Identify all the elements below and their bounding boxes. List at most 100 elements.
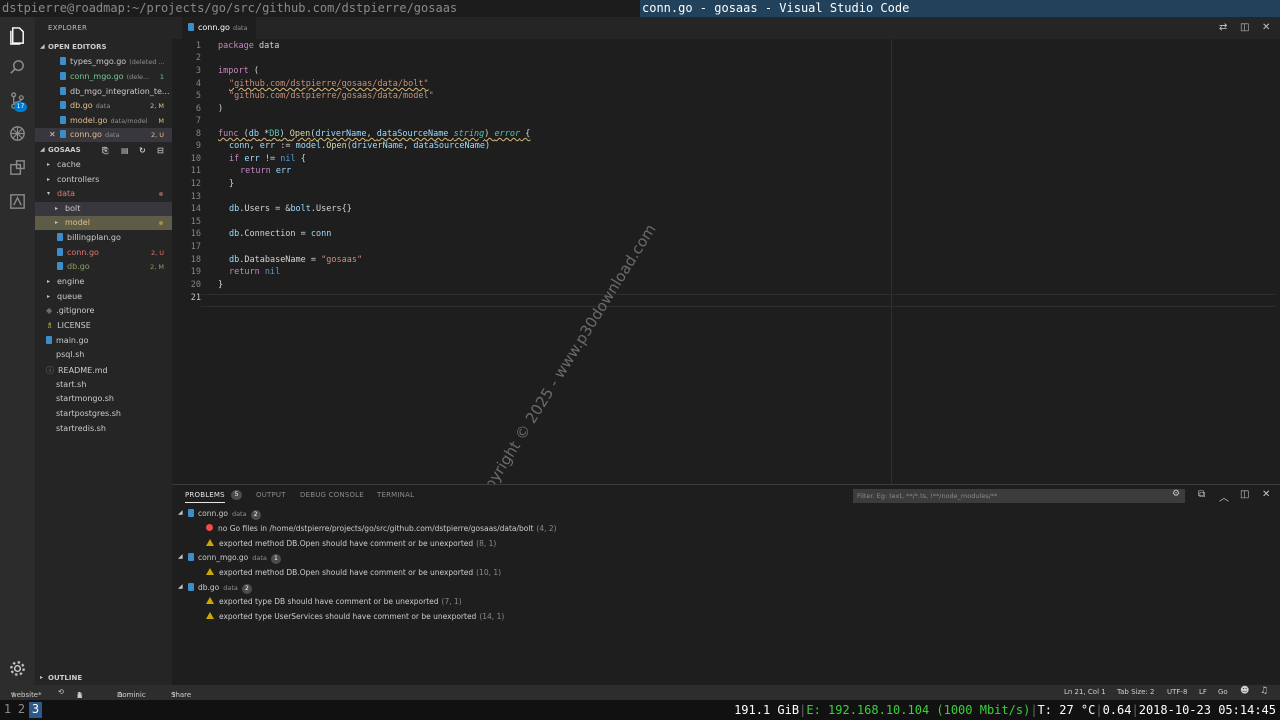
feedback-smiley-icon[interactable]: ☻ (1240, 686, 1249, 696)
go-file-icon (60, 101, 66, 109)
open-changes-icon[interactable]: ⇄ (1219, 22, 1227, 33)
tree-folder[interactable]: ▸ cache (35, 158, 172, 172)
tree-file[interactable]: startpostgres.sh (35, 407, 172, 421)
open-editor-item[interactable]: conn_mgo.go (dele... 1 (35, 70, 172, 84)
tree-file[interactable]: startredis.sh (35, 422, 172, 436)
problem-group[interactable]: ◢ conn_mgo.go data 1 (172, 551, 1280, 565)
search-icon[interactable] (8, 58, 27, 77)
tree-file[interactable]: billingplan.go (35, 231, 172, 245)
chevron-right-icon: ▸ (47, 293, 51, 300)
tree-file[interactable]: main.go (35, 334, 172, 348)
tab-conn-go[interactable]: conn.go data (182, 17, 256, 39)
tree-file[interactable]: psql.sh (35, 348, 172, 362)
language-mode[interactable]: Go (1218, 688, 1228, 696)
tree-folder[interactable]: ▸ controllers (35, 173, 172, 187)
file-icon (46, 380, 52, 388)
network-status: E: 192.168.10.104 (1000 Mbit/s) (806, 703, 1031, 717)
code-line[interactable]: 5 "github.com/dstpierre/gosaas/data/model… (172, 91, 1280, 104)
chevron-down-icon: ◢ (40, 146, 45, 153)
problem-item[interactable]: exported type UserServices should have c… (172, 610, 1280, 624)
problem-item[interactable]: no Go files in /home/dstpierre/projects/… (172, 522, 1280, 536)
problems-filter-input[interactable]: Filter. Eg: text, **/*.ts, !**/node_modu… (853, 489, 1185, 503)
go-file-icon (57, 233, 63, 241)
code-line[interactable]: 21 (172, 293, 1280, 306)
code-line[interactable]: 14 db.Users = &bolt.Users{} (172, 204, 1280, 217)
tree-file[interactable]: conn.go 2, U (35, 246, 172, 260)
system-info: 191.1 GiB|E: 192.168.10.104 (1000 Mbit/s… (734, 703, 1276, 717)
go-file-icon (60, 116, 66, 124)
workspace-2[interactable]: 2 (15, 702, 28, 718)
new-folder-icon[interactable]: ▤ (121, 146, 129, 155)
code-line[interactable]: 19 return nil (172, 267, 1280, 280)
explorer-icon[interactable] (8, 26, 27, 45)
tab-problems[interactable]: PROBLEMS (185, 491, 225, 503)
tree-file[interactable]: db.go 2, M (35, 260, 172, 274)
settings-gear-icon[interactable] (8, 659, 27, 678)
open-editor-item-active[interactable]: ✕ conn.go data 2, U (35, 128, 172, 142)
folder-header[interactable]: ◢ GOSAAS ⎘ ▤ ↻ ⊟ (35, 144, 172, 157)
open-editor-item[interactable]: model.go data/model M (35, 114, 172, 128)
collapse-all-icon[interactable]: ⊟ (157, 146, 164, 155)
remote-explorer-icon[interactable] (8, 192, 27, 211)
refresh-icon[interactable]: ↻ (139, 146, 146, 155)
tree-folder[interactable]: ▸ bolt (35, 202, 172, 216)
go-file-icon (60, 87, 66, 95)
open-editor-item[interactable]: types_mgo.go (deleted ... (35, 55, 172, 69)
tab-size[interactable]: Tab Size: 2 (1117, 688, 1154, 696)
tree-file[interactable]: startmongo.sh (35, 392, 172, 406)
tab-debug-console[interactable]: DEBUG CONSOLE (300, 491, 364, 499)
tree-file[interactable]: start.sh (35, 378, 172, 392)
terminal-window-title: dstpierre@roadmap:~/projects/go/src/gith… (2, 1, 458, 15)
problem-item[interactable]: exported type DB should have comment or … (172, 595, 1280, 609)
debug-icon[interactable] (8, 124, 27, 143)
workspace-1[interactable]: 1 (1, 702, 14, 718)
tree-folder[interactable]: ▸ engine (35, 275, 172, 289)
code-line[interactable]: 7 (172, 116, 1280, 129)
cursor-position[interactable]: Ln 21, Col 1 (1064, 688, 1106, 696)
split-editor-icon[interactable]: ◫ (1240, 22, 1249, 33)
close-icon[interactable]: ✕ (1262, 22, 1270, 33)
code-line[interactable]: 11 return err (172, 166, 1280, 179)
encoding[interactable]: UTF-8 (1167, 688, 1187, 696)
tree-file[interactable]: ⓘ README.md (35, 363, 172, 377)
go-file-icon (57, 248, 63, 256)
code-line[interactable]: 9 conn, err := model.Open(driverName, dat… (172, 141, 1280, 154)
code-line[interactable]: 12} (172, 179, 1280, 192)
code-line[interactable]: 17 (172, 242, 1280, 255)
code-line[interactable]: 2 (172, 53, 1280, 66)
close-icon[interactable]: ✕ (49, 130, 56, 139)
end-of-line[interactable]: LF (1199, 688, 1207, 696)
outline-header[interactable]: ▸ OUTLINE (35, 672, 172, 685)
code-line[interactable]: 3 import ( (172, 66, 1280, 79)
collapse-all-icon[interactable]: ⧉ (1198, 489, 1205, 500)
editor-tab-bar: conn.go data ⇄ ◫ ✕ (172, 17, 1280, 39)
open-editor-item[interactable]: db.go data 2, M (35, 99, 172, 113)
code-line[interactable]: 20} (172, 280, 1280, 293)
problem-item[interactable]: exported method DB.Open should have comm… (172, 537, 1280, 551)
tree-folder[interactable]: ▾ data (35, 187, 172, 201)
problem-group[interactable]: ◢ db.go data 2 (172, 581, 1280, 595)
code-line[interactable]: 16 db.Connection = conn (172, 229, 1280, 242)
chevron-right-icon: ▸ (47, 176, 51, 183)
tree-folder[interactable]: ▸ queue (35, 290, 172, 304)
new-file-icon[interactable]: ⎘ (102, 146, 108, 156)
maximize-panel-icon[interactable]: ︿ (1219, 489, 1229, 504)
open-editor-item[interactable]: db_mgo_integration_te... (35, 85, 172, 99)
problem-group[interactable]: ◢ conn.go data 2 (172, 507, 1280, 521)
notifications-bell-icon[interactable]: ♫ (1260, 686, 1268, 696)
problem-item[interactable]: exported method DB.Open should have comm… (172, 566, 1280, 580)
filter-settings-icon[interactable]: ⚙ (1172, 489, 1180, 499)
temperature: T: 27 °C (1037, 703, 1096, 717)
close-icon[interactable]: ✕ (1262, 489, 1270, 500)
tree-file[interactable]: ◆ .gitignore (35, 304, 172, 318)
tree-file[interactable]: ♗ LICENSE (35, 319, 172, 333)
tab-output[interactable]: OUTPUT (256, 491, 286, 499)
tab-terminal[interactable]: TERMINAL (377, 491, 414, 499)
tree-folder[interactable]: ▸ model (35, 216, 172, 230)
sync-icon[interactable]: ⟲ (58, 688, 64, 696)
extensions-icon[interactable] (8, 158, 27, 177)
panel-layout-icon[interactable]: ◫ (1240, 489, 1249, 500)
open-editors-header[interactable]: ◢ OPEN EDITORS (35, 41, 172, 54)
chevron-right-icon: ▸ (55, 219, 59, 226)
workspace-3[interactable]: 3 (29, 702, 42, 718)
